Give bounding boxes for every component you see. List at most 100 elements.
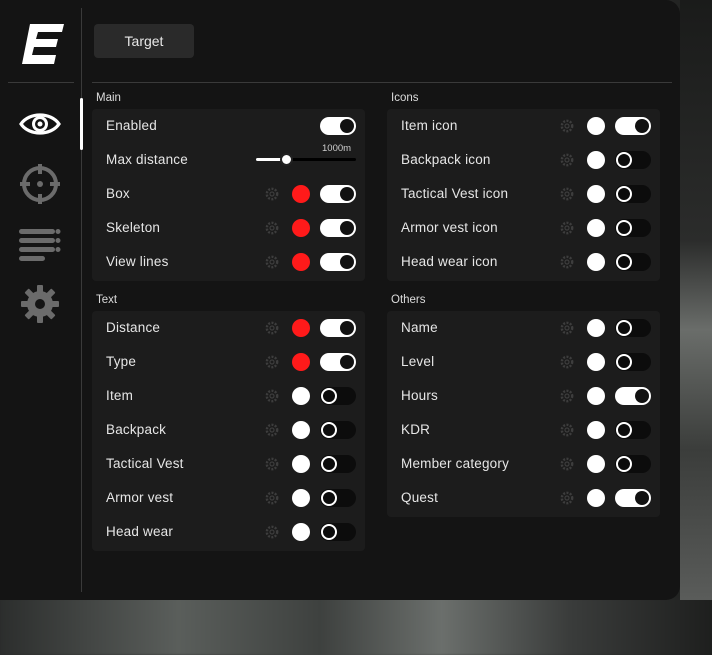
- row-label: Max distance: [106, 152, 188, 167]
- tactical-vest-icon-toggle[interactable]: [615, 185, 651, 203]
- settings-gear-icon[interactable]: [559, 422, 575, 438]
- settings-gear-icon[interactable]: [264, 388, 280, 404]
- section-title-main: Main: [96, 92, 121, 104]
- backpack-toggle[interactable]: [320, 421, 356, 439]
- row-label: Item icon: [401, 118, 458, 133]
- settings-gear-icon[interactable]: [264, 490, 280, 506]
- row-label: Hours: [401, 388, 439, 403]
- level-toggle[interactable]: [615, 353, 651, 371]
- view-lines-toggle[interactable]: [320, 253, 356, 271]
- settings-gear-icon[interactable]: [264, 186, 280, 202]
- color-picker-dot[interactable]: [292, 421, 310, 439]
- tactical-vest-toggle[interactable]: [320, 455, 356, 473]
- row-label: Backpack: [106, 422, 167, 437]
- sidebar-item-aim[interactable]: [16, 162, 64, 206]
- tab-target[interactable]: Target: [94, 24, 194, 58]
- settings-gear-icon[interactable]: [264, 524, 280, 540]
- quest-toggle[interactable]: [615, 489, 651, 507]
- color-picker-dot[interactable]: [587, 421, 605, 439]
- row-member-category: Member category: [387, 447, 660, 481]
- sidebar-item-settings[interactable]: [16, 282, 64, 326]
- distance-toggle[interactable]: [320, 319, 356, 337]
- row-kdr: KDR: [387, 413, 660, 447]
- color-picker-dot[interactable]: [292, 455, 310, 473]
- item-icon-toggle[interactable]: [615, 117, 651, 135]
- color-picker-dot[interactable]: [587, 185, 605, 203]
- settings-gear-icon[interactable]: [559, 186, 575, 202]
- crosshair-icon: [20, 164, 60, 204]
- color-picker-dot[interactable]: [587, 219, 605, 237]
- max-distance-slider[interactable]: 1000m: [256, 143, 356, 166]
- row-item: Item: [92, 379, 365, 413]
- settings-gear-icon[interactable]: [559, 152, 575, 168]
- color-picker-dot[interactable]: [292, 219, 310, 237]
- settings-gear-icon[interactable]: [559, 456, 575, 472]
- row-level: Level: [387, 345, 660, 379]
- row-item-icon: Item icon: [387, 109, 660, 143]
- armor-vest-icon-toggle[interactable]: [615, 219, 651, 237]
- skeleton-toggle[interactable]: [320, 219, 356, 237]
- color-picker-dot[interactable]: [587, 253, 605, 271]
- color-picker-dot[interactable]: [587, 353, 605, 371]
- color-picker-dot[interactable]: [292, 353, 310, 371]
- armor-vest-toggle[interactable]: [320, 489, 356, 507]
- settings-gear-icon[interactable]: [559, 118, 575, 134]
- sidebar-item-misc[interactable]: [16, 222, 64, 266]
- row-armor-vest: Armor vest: [92, 481, 365, 515]
- row-label: Box: [106, 186, 130, 201]
- head-wear-toggle[interactable]: [320, 523, 356, 541]
- settings-gear-icon[interactable]: [264, 422, 280, 438]
- row-view-lines: View lines: [92, 245, 365, 279]
- item-toggle[interactable]: [320, 387, 356, 405]
- settings-window: Target Main Enabled Max distance 1000m B…: [0, 0, 680, 600]
- settings-gear-icon[interactable]: [559, 388, 575, 404]
- enabled-toggle[interactable]: [320, 117, 356, 135]
- panel-others: Name Level Hours KDR Member category Quest: [387, 311, 660, 517]
- backpack-icon-toggle[interactable]: [615, 151, 651, 169]
- eye-icon: [19, 113, 61, 135]
- settings-gear-icon[interactable]: [264, 220, 280, 236]
- color-picker-dot[interactable]: [587, 117, 605, 135]
- sidebar-item-visuals[interactable]: [16, 102, 64, 146]
- head-wear-icon-toggle[interactable]: [615, 253, 651, 271]
- row-label: Level: [401, 354, 435, 369]
- row-label: Quest: [401, 490, 439, 505]
- color-picker-dot[interactable]: [587, 455, 605, 473]
- type-toggle[interactable]: [320, 353, 356, 371]
- color-picker-dot[interactable]: [292, 185, 310, 203]
- settings-gear-icon[interactable]: [559, 254, 575, 270]
- settings-gear-icon[interactable]: [264, 320, 280, 336]
- color-picker-dot[interactable]: [587, 151, 605, 169]
- color-picker-dot[interactable]: [587, 319, 605, 337]
- box-toggle[interactable]: [320, 185, 356, 203]
- settings-gear-icon[interactable]: [264, 456, 280, 472]
- settings-gear-icon[interactable]: [559, 490, 575, 506]
- settings-gear-icon[interactable]: [264, 354, 280, 370]
- gear-icon: [21, 285, 59, 323]
- background-scene-right: [680, 0, 712, 600]
- color-picker-dot[interactable]: [292, 489, 310, 507]
- settings-gear-icon[interactable]: [559, 320, 575, 336]
- settings-gear-icon[interactable]: [559, 220, 575, 236]
- settings-gear-icon[interactable]: [559, 354, 575, 370]
- row-label: Tactical Vest: [106, 456, 184, 471]
- color-picker-dot[interactable]: [292, 253, 310, 271]
- settings-gear-icon[interactable]: [264, 254, 280, 270]
- member-category-toggle[interactable]: [615, 455, 651, 473]
- background-scene-bottom: [0, 598, 712, 655]
- list-icon: [19, 229, 61, 261]
- name-toggle[interactable]: [615, 319, 651, 337]
- active-nav-indicator: [80, 98, 83, 150]
- color-picker-dot[interactable]: [587, 387, 605, 405]
- slider-thumb[interactable]: [280, 153, 293, 166]
- row-label: Enabled: [106, 118, 157, 133]
- panel-main: Enabled Max distance 1000m Box Skeleton …: [92, 109, 365, 281]
- kdr-toggle[interactable]: [615, 421, 651, 439]
- row-label: Skeleton: [106, 220, 161, 235]
- color-picker-dot[interactable]: [587, 489, 605, 507]
- color-picker-dot[interactable]: [292, 319, 310, 337]
- section-title-icons: Icons: [391, 92, 419, 104]
- hours-toggle[interactable]: [615, 387, 651, 405]
- color-picker-dot[interactable]: [292, 387, 310, 405]
- color-picker-dot[interactable]: [292, 523, 310, 541]
